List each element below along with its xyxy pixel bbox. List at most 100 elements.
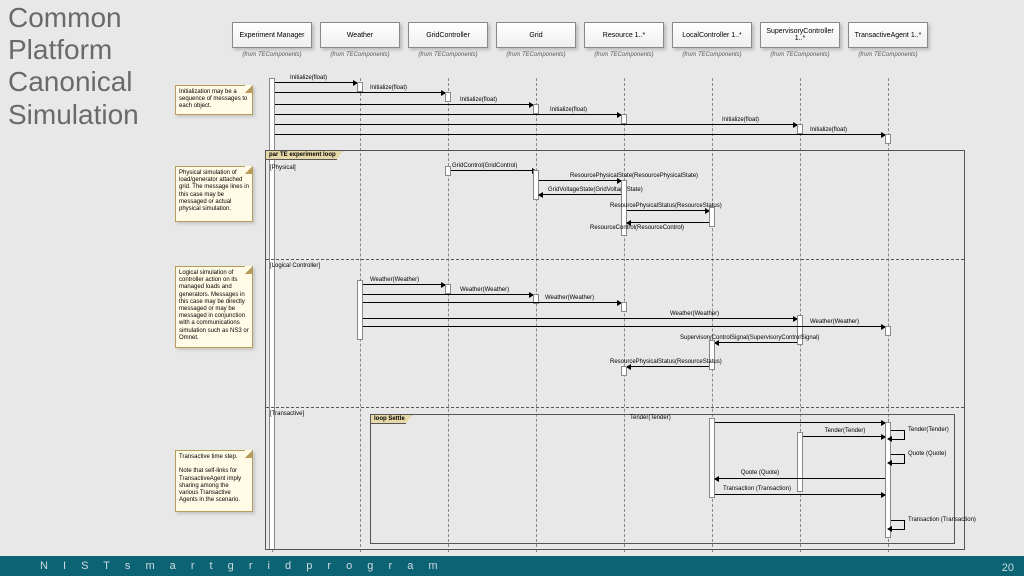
title-l4: Simulation — [8, 99, 139, 130]
message-arrow — [275, 114, 621, 115]
page-title: Common Platform Canonical Simulation — [8, 2, 139, 131]
message-label: Transaction (Transaction) — [722, 486, 792, 492]
lifeline-head-resource: Resource 1..* — [584, 22, 664, 48]
activation-bar — [885, 134, 891, 144]
message-arrow — [363, 318, 797, 319]
message-arrow — [627, 210, 709, 211]
activation-bar — [621, 366, 627, 376]
self-message — [891, 430, 905, 440]
activation-bar — [709, 418, 715, 498]
lifeline-head-supervisorycontroller: SupervisoryController 1..* — [760, 22, 840, 48]
message-label: Initialize(float) — [550, 107, 587, 113]
message-arrow — [715, 422, 885, 423]
section-transactive: [Transactive] — [270, 411, 304, 417]
message-label: Initialize(float) — [460, 97, 497, 103]
lifeline-sub: (from TEComponents) — [584, 52, 664, 58]
message-label: ResourceControl(ResourceControl) — [590, 225, 684, 231]
note-initialization: Initialization may be a sequence of mess… — [175, 85, 253, 115]
activation-bar — [709, 207, 715, 227]
message-label: SupervisoryControlSignal(SupervisoryCont… — [680, 335, 819, 341]
message-label: Transaction (Transaction) — [908, 517, 958, 523]
message-label: ResourcePhysicalState(ResourcePhysicalSt… — [570, 173, 698, 179]
note-physical: Physical simulation of load/generator at… — [175, 166, 253, 222]
message-label: Initialize(float) — [290, 75, 327, 81]
activation-bar — [621, 302, 627, 312]
message-label: Quote (Quote) — [908, 451, 948, 457]
lifeline-sub: (from TEComponents) — [232, 52, 312, 58]
message-label: GridVoltageState(GridVoltageState) — [548, 187, 643, 193]
title-l3: Canonical — [8, 66, 133, 97]
section-physical: [Physical] — [270, 165, 296, 171]
message-arrow — [715, 494, 885, 495]
message-arrow — [363, 284, 445, 285]
activation-bar — [445, 166, 451, 176]
message-arrow — [627, 366, 709, 367]
message-label: ResourcePhysicalStatus(ResourceStatus) — [610, 203, 722, 209]
message-label: Weather(Weather) — [670, 311, 719, 317]
message-label: Initialize(float) — [370, 85, 407, 91]
lifeline-sub: (from TEComponents) — [760, 52, 840, 58]
message-label: Tender(Tender) — [810, 428, 880, 434]
message-arrow — [539, 180, 621, 181]
message-arrow — [275, 134, 885, 135]
message-label: Quote (Quote) — [730, 470, 790, 476]
message-label: Weather(Weather) — [545, 295, 594, 301]
message-arrow — [363, 302, 621, 303]
activation-bar — [885, 326, 891, 336]
message-arrow — [715, 478, 885, 479]
lifeline-sub: (from TEComponents) — [672, 52, 752, 58]
lifeline-sub: (from TEComponents) — [320, 52, 400, 58]
message-arrow — [539, 194, 621, 195]
message-label: Initialize(float) — [722, 117, 759, 123]
frame-divider — [266, 259, 964, 260]
self-message — [891, 454, 905, 464]
message-arrow — [803, 436, 885, 437]
lifeline-head-transactiveagent: TransactiveAgent 1..* — [848, 22, 928, 48]
message-label: Tender(Tender) — [908, 427, 948, 433]
lifeline-head-weather: Weather — [320, 22, 400, 48]
lifeline-sub: (from TEComponents) — [848, 52, 928, 58]
lifeline-head-localcontroller: LocalController 1..* — [672, 22, 752, 48]
message-label: Weather(Weather) — [370, 277, 419, 283]
section-logical: [Logical Controller] — [270, 263, 320, 269]
message-arrow — [275, 92, 445, 93]
message-label: Tender(Tender) — [630, 415, 671, 421]
lifeline-head-gridcontroller: GridController — [408, 22, 488, 48]
activation-bar — [709, 340, 715, 370]
activation-bar — [357, 82, 363, 92]
message-arrow — [275, 124, 797, 125]
message-arrow — [363, 326, 885, 327]
activation-bar — [445, 284, 451, 294]
frame-label: par TE experiment loop — [266, 151, 343, 160]
page-number: 20 — [1002, 562, 1014, 574]
title-l2: Platform — [8, 34, 112, 65]
footer-bar: N I S T s m a r t g r i d p r o g r a m … — [0, 556, 1024, 576]
lifeline-head-experiment-manager: Experiment Manager — [232, 22, 312, 48]
message-arrow — [275, 104, 533, 105]
self-message — [891, 520, 905, 530]
note-transactive: Transactive time step. Note that self-li… — [175, 450, 253, 512]
message-label: Initialize(float) — [810, 127, 847, 133]
lifeline-sub: (from TEComponents) — [408, 52, 488, 58]
message-arrow — [363, 294, 533, 295]
lifeline-sub: (from TEComponents) — [496, 52, 576, 58]
lifeline-head-grid: Grid — [496, 22, 576, 48]
title-l1: Common — [8, 2, 122, 33]
activation-bar — [533, 104, 539, 114]
sequence-diagram: Experiment Manager (from TEComponents) W… — [170, 22, 1020, 556]
message-arrow — [275, 82, 357, 83]
message-label: ResourcePhysicalStatus(ResourceStatus) — [610, 359, 722, 365]
activation-bar — [797, 124, 803, 134]
activation-bar — [357, 280, 363, 340]
message-label: Weather(Weather) — [460, 287, 509, 293]
message-arrow — [448, 170, 536, 171]
message-label: Weather(Weather) — [810, 319, 859, 325]
activation-bar — [445, 92, 451, 102]
message-arrow — [627, 222, 709, 223]
footer-text: N I S T s m a r t g r i d p r o g r a m — [40, 560, 444, 572]
frame-label: loop Settle — [371, 415, 412, 424]
message-arrow — [715, 342, 797, 343]
activation-bar — [621, 114, 627, 124]
note-logical: Logical simulation of controller action … — [175, 266, 253, 348]
message-label: GridControl(GridControl) — [452, 163, 517, 169]
